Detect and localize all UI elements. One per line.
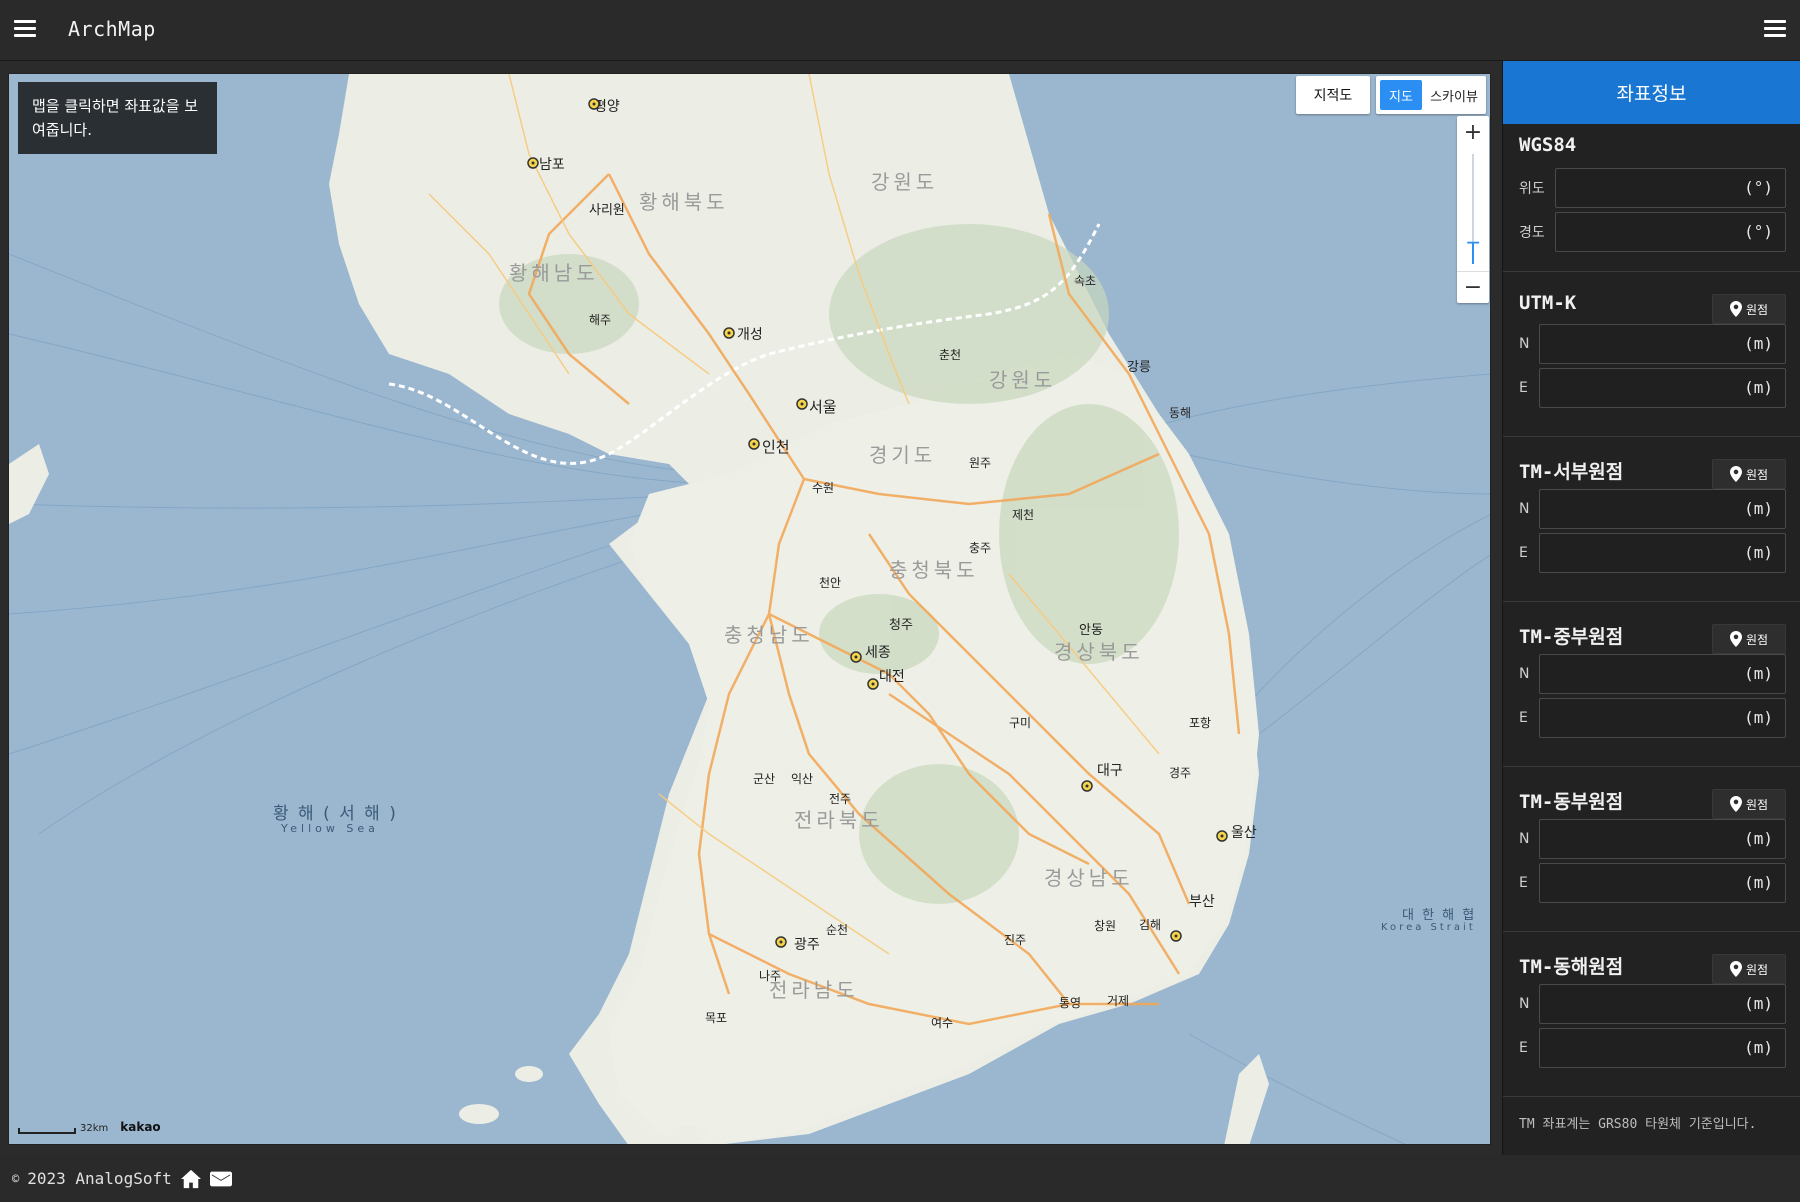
unit: (m) xyxy=(1744,1038,1773,1057)
section-tm-central: TM-중부원점 원점 N (m) E (m) xyxy=(1503,602,1800,767)
map-view[interactable]: 평양 남포 사리원 황해북도 황해남도 해주 개성 강원도 강원도 속초 춘천 … xyxy=(8,73,1491,1145)
e-field[interactable]: (m) xyxy=(1539,1028,1786,1068)
lng-unit: (°) xyxy=(1744,222,1773,241)
section-tm-east: TM-동부원점 원점 N (m) E (m) xyxy=(1503,767,1800,932)
origin-label: 원점 xyxy=(1745,962,1769,977)
map-type-control: 지적도 지도 스카이뷰 xyxy=(1296,76,1486,114)
origin-label: 원점 xyxy=(1745,467,1769,482)
origin-label: 원점 xyxy=(1745,302,1769,317)
lat-unit: (°) xyxy=(1744,178,1773,197)
zoom-out-button[interactable]: − xyxy=(1457,271,1489,303)
city-markers xyxy=(527,98,1228,948)
unit: (m) xyxy=(1744,378,1773,397)
scale-text: 32km xyxy=(80,1123,109,1134)
n-label: N xyxy=(1519,501,1530,517)
panel-title: 좌표정보 xyxy=(1503,61,1800,124)
unit: (m) xyxy=(1744,664,1773,683)
unit: (m) xyxy=(1744,829,1773,848)
lat-field[interactable]: (°) xyxy=(1555,168,1786,208)
lat-label: 위도 xyxy=(1519,181,1545,197)
unit: (m) xyxy=(1744,873,1773,892)
copyright-text: 2023 AnalogSoft xyxy=(27,1169,172,1188)
map-pin-icon xyxy=(1729,796,1742,812)
grs80-note: TM 좌표계는 GRS80 타원체 기준입니다. xyxy=(1519,1117,1757,1132)
e-label: E xyxy=(1519,380,1528,396)
lng-field[interactable]: (°) xyxy=(1555,212,1786,252)
mail-icon[interactable] xyxy=(209,1169,232,1189)
n-field[interactable]: (m) xyxy=(1539,984,1786,1024)
unit: (m) xyxy=(1744,708,1773,727)
map-type-group: 지도 스카이뷰 xyxy=(1376,76,1486,114)
home-icon[interactable] xyxy=(180,1169,202,1189)
map-scale: 32km kakao xyxy=(18,1120,161,1134)
kakao-attribution[interactable]: kakao xyxy=(120,1120,160,1134)
scale-bar xyxy=(18,1128,76,1134)
section-title: WGS84 xyxy=(1519,134,1577,156)
sidebar-menu-icon[interactable] xyxy=(1764,20,1786,38)
footer: © 2023 AnalogSoft xyxy=(0,1155,1800,1202)
e-field[interactable]: (m) xyxy=(1539,533,1786,573)
e-label: E xyxy=(1519,545,1528,561)
n-field[interactable]: (m) xyxy=(1539,819,1786,859)
map-pin-icon xyxy=(1729,301,1742,317)
section-wgs84: WGS84 위도 (°) 경도 (°) xyxy=(1503,124,1800,272)
coordinate-panel: 좌표정보 WGS84 위도 (°) 경도 (°) UTM-K 원점 N (m) … xyxy=(1502,61,1800,1155)
unit: (m) xyxy=(1744,334,1773,353)
origin-button[interactable]: 원점 xyxy=(1712,954,1786,984)
section-tm-eastsea: TM-동해원점 원점 N (m) E (m) xyxy=(1503,932,1800,1097)
section-tm-west: TM-서부원점 원점 N (m) E (m) xyxy=(1503,437,1800,602)
e-label: E xyxy=(1519,1040,1528,1056)
unit: (m) xyxy=(1744,499,1773,518)
origin-label: 원점 xyxy=(1745,632,1769,647)
menu-icon[interactable] xyxy=(14,20,36,38)
origin-button[interactable]: 원점 xyxy=(1712,789,1786,819)
n-label: N xyxy=(1519,666,1530,682)
section-utm-k: UTM-K 원점 N (m) E (m) xyxy=(1503,272,1800,437)
origin-label: 원점 xyxy=(1745,797,1769,812)
map-pin-icon xyxy=(1729,631,1742,647)
n-label: N xyxy=(1519,336,1530,352)
origin-button[interactable]: 원점 xyxy=(1712,624,1786,654)
zoom-slider-handle[interactable]: ⊤ xyxy=(1465,240,1481,256)
cadastral-button[interactable]: 지적도 xyxy=(1296,76,1370,114)
lng-label: 경도 xyxy=(1519,225,1545,241)
unit: (m) xyxy=(1744,543,1773,562)
n-label: N xyxy=(1519,831,1530,847)
map-type-skyview-button[interactable]: 스카이뷰 xyxy=(1426,80,1482,110)
e-field[interactable]: (m) xyxy=(1539,698,1786,738)
map-pin-icon xyxy=(1729,466,1742,482)
map-tooltip: 맵을 클릭하면 좌표값을 보여줍니다. xyxy=(18,82,217,154)
n-field[interactable]: (m) xyxy=(1539,654,1786,694)
n-field[interactable]: (m) xyxy=(1539,489,1786,529)
n-field[interactable]: (m) xyxy=(1539,324,1786,364)
unit: (m) xyxy=(1744,994,1773,1013)
map-pin-icon xyxy=(1729,961,1742,977)
n-label: N xyxy=(1519,996,1530,1012)
app-header: ArchMap xyxy=(0,0,1800,61)
app-title: ArchMap xyxy=(68,17,156,41)
zoom-control: + ⊤ − xyxy=(1457,116,1489,303)
zoom-in-button[interactable]: + xyxy=(1457,116,1489,148)
origin-button[interactable]: 원점 xyxy=(1712,459,1786,489)
copyright-symbol: © xyxy=(12,1171,20,1186)
e-label: E xyxy=(1519,875,1528,891)
e-label: E xyxy=(1519,710,1528,726)
map-type-map-button[interactable]: 지도 xyxy=(1380,80,1422,110)
e-field[interactable]: (m) xyxy=(1539,863,1786,903)
e-field[interactable]: (m) xyxy=(1539,368,1786,408)
origin-button[interactable]: 원점 xyxy=(1712,294,1786,324)
